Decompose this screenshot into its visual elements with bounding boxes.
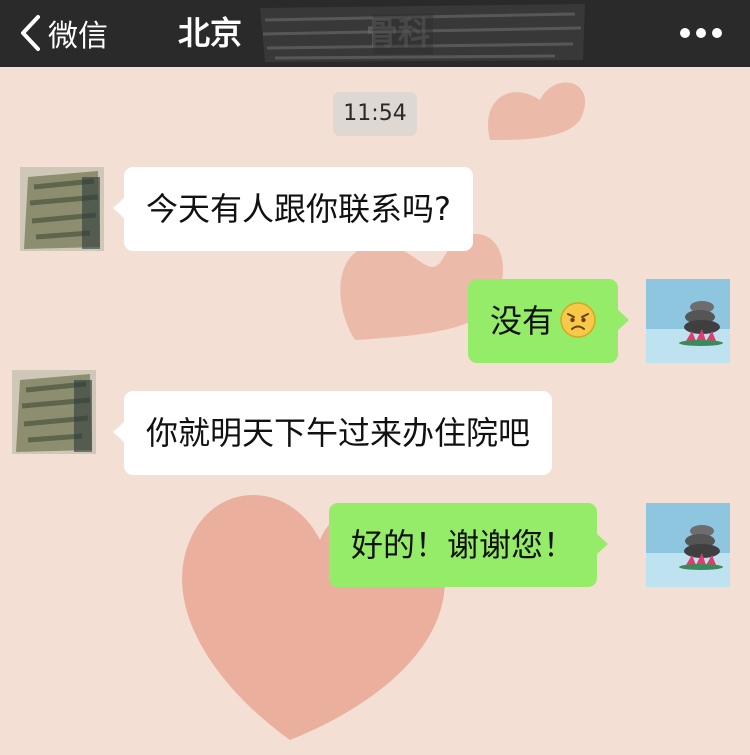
outgoing-message[interactable]: 好的！谢谢您！ [329, 503, 609, 587]
chat-title-head: 北京 [178, 14, 243, 52]
my-avatar[interactable] [646, 279, 730, 363]
incoming-message[interactable]: 今天有人跟你联系吗? [113, 167, 473, 251]
disappointed-face-icon [560, 302, 596, 338]
message-timestamp: 11:54 [333, 92, 417, 136]
contact-avatar[interactable] [20, 167, 104, 251]
incoming-message[interactable]: 你就明天下午过来办住院吧 [112, 391, 553, 475]
contact-avatar[interactable] [12, 370, 96, 454]
redaction-scribble [260, 4, 585, 62]
back-label: 微信 [48, 19, 108, 54]
outgoing-message[interactable]: 没有 [468, 279, 630, 363]
more-dot [680, 28, 690, 38]
more-options-button[interactable] [676, 12, 726, 52]
chat-header: 微信 北京骨科 [0, 0, 750, 67]
more-dot [712, 28, 722, 38]
more-dot [696, 28, 706, 38]
back-button[interactable]: 微信 [18, 4, 108, 62]
message-text: 没有 [490, 302, 555, 340]
chevron-left-icon [21, 15, 40, 51]
my-avatar[interactable] [646, 503, 730, 587]
